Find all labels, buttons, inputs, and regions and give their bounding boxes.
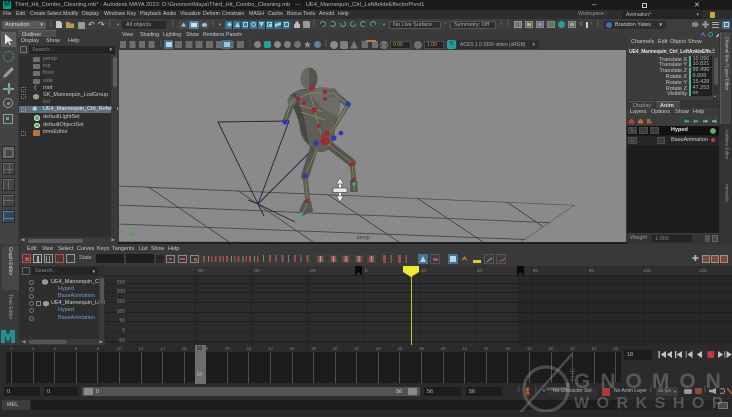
svg-text:persp: persp	[357, 235, 370, 241]
